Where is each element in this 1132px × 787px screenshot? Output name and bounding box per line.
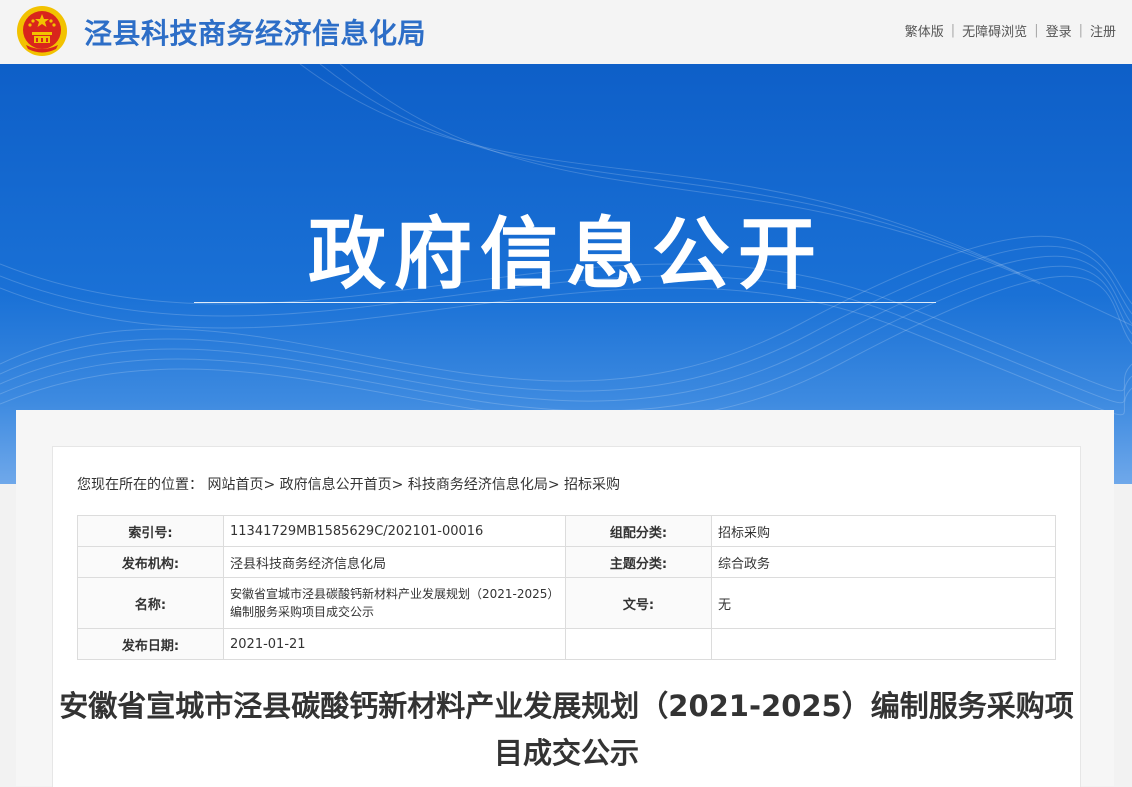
breadcrumb-procurement[interactable]: 招标采购 xyxy=(564,477,620,493)
banner-title: 政府信息公开 xyxy=(307,210,824,300)
empty-cell xyxy=(565,628,712,660)
table-row: 索引号: 11341729MB1585629C/202101-00016 组配分… xyxy=(77,515,1056,547)
breadcrumb-separator: > xyxy=(391,477,404,493)
divider: | xyxy=(1034,23,1039,38)
traditional-chinese-link[interactable]: 繁体版 xyxy=(905,21,944,40)
article-title: 安徽省宣城市泾县碳酸钙新材料产业发展规划（2021-2025）编制服务采购项目成… xyxy=(59,689,1074,770)
register-link[interactable]: 注册 xyxy=(1090,21,1116,40)
top-header: 泾县科技商务经济信息化局 繁体版 | 无障碍浏览 | 登录 | 注册 xyxy=(0,0,1132,64)
national-emblem-icon xyxy=(17,6,67,56)
name-label: 名称: xyxy=(77,577,224,629)
breadcrumb-bureau[interactable]: 科技商务经济信息化局 xyxy=(408,477,548,493)
breadcrumb-gov-info[interactable]: 政府信息公开首页 xyxy=(280,477,392,493)
top-links: 繁体版 | 无障碍浏览 | 登录 | 注册 xyxy=(905,21,1116,40)
breadcrumb-separator: > xyxy=(547,477,560,493)
breadcrumb-separator: > xyxy=(263,477,276,493)
accessibility-link[interactable]: 无障碍浏览 xyxy=(962,21,1027,40)
name-value: 安徽省宣城市泾县碳酸钙新材料产业发展规划（2021-2025）编制服务采购项目成… xyxy=(223,577,566,629)
document-meta-table: 索引号: 11341729MB1585629C/202101-00016 组配分… xyxy=(77,515,1056,660)
index-value: 11341729MB1585629C/202101-00016 xyxy=(223,515,566,547)
org-value: 泾县科技商务经济信息化局 xyxy=(223,546,566,578)
banner-underline xyxy=(194,302,936,303)
table-row: 发布日期: 2021-01-21 xyxy=(77,628,1056,660)
table-row: 名称: 安徽省宣城市泾县碳酸钙新材料产业发展规划（2021-2025）编制服务采… xyxy=(77,577,1056,629)
index-label: 索引号: xyxy=(77,515,224,547)
topic-value: 综合政务 xyxy=(711,546,1056,578)
site-title[interactable]: 泾县科技商务经济信息化局 xyxy=(84,12,426,52)
divider: | xyxy=(950,23,956,38)
docno-value: 无 xyxy=(711,577,1056,629)
content-card: 您现在所在的位置： 网站首页> 政府信息公开首页> 科技商务经济信息化局> 招标… xyxy=(52,446,1081,787)
empty-cell xyxy=(711,628,1056,660)
breadcrumb: 您现在所在的位置： 网站首页> 政府信息公开首页> 科技商务经济信息化局> 招标… xyxy=(77,474,620,494)
divider: | xyxy=(1078,23,1083,38)
login-link[interactable]: 登录 xyxy=(1046,21,1072,40)
docno-label: 文号: xyxy=(565,577,712,629)
category-value: 招标采购 xyxy=(711,515,1056,547)
org-label: 发布机构: xyxy=(77,546,224,578)
breadcrumb-home[interactable]: 网站首页 xyxy=(207,477,263,493)
topic-label: 主题分类: xyxy=(565,546,712,578)
category-label: 组配分类: xyxy=(565,515,712,547)
table-row: 发布机构: 泾县科技商务经济信息化局 主题分类: 综合政务 xyxy=(77,546,1056,578)
content-panel: 您现在所在的位置： 网站首页> 政府信息公开首页> 科技商务经济信息化局> 招标… xyxy=(16,410,1114,787)
date-value: 2021-01-21 xyxy=(223,628,566,660)
date-label: 发布日期: xyxy=(77,628,224,660)
breadcrumb-prefix: 您现在所在的位置： xyxy=(77,477,203,493)
